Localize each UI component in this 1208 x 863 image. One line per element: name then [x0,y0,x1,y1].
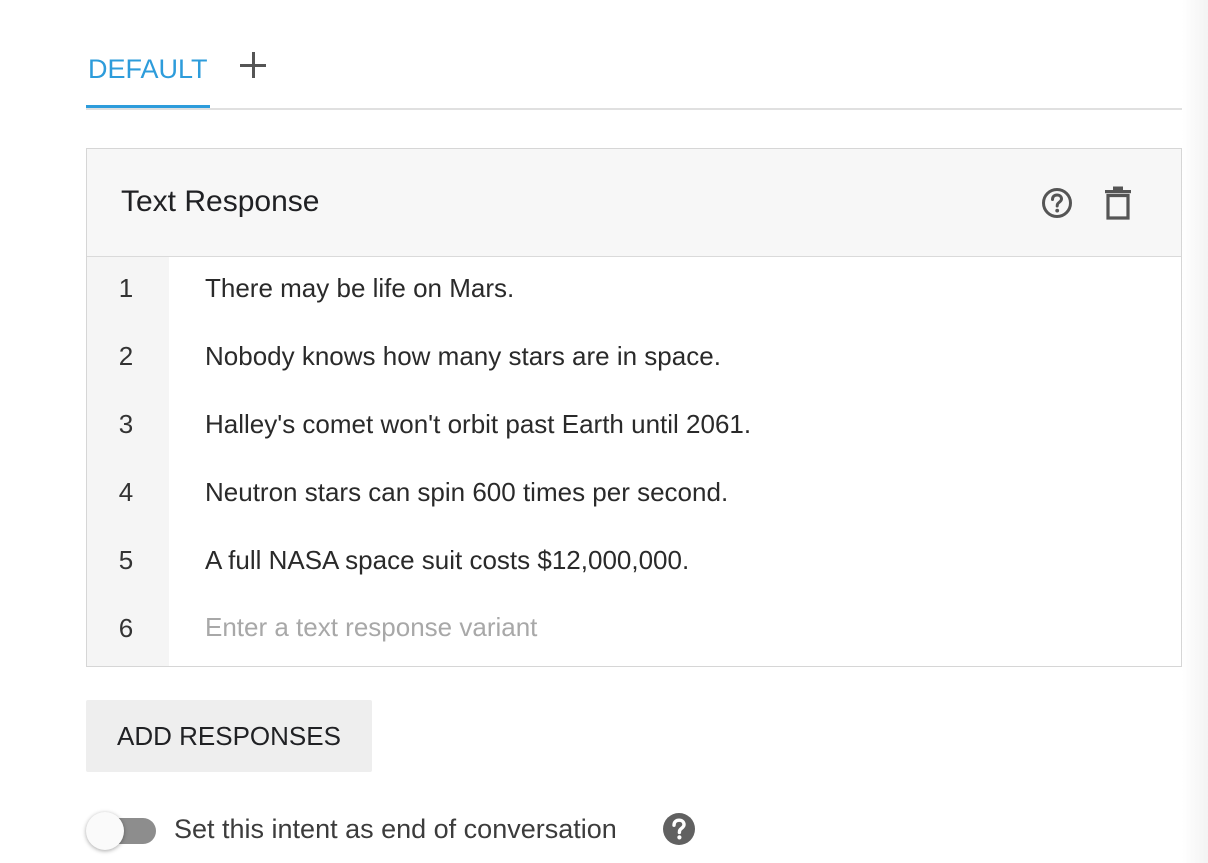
row-number: 3 [118,409,134,439]
new-response-row[interactable]: 6 [87,597,1181,665]
row-number: 5 [118,545,134,575]
response-text[interactable]: Neutron stars can spin 600 times per sec… [205,477,728,508]
response-row[interactable]: 1 There may be life on Mars. [87,257,1181,325]
response-text[interactable]: Halley's comet won't orbit past Earth un… [205,409,751,440]
response-rows: 1 There may be life on Mars. 2 Nobody kn… [87,257,1181,666]
response-row[interactable]: 2 Nobody knows how many stars are in spa… [87,325,1181,393]
row-number: 4 [118,477,134,507]
response-row[interactable]: 4 Neutron stars can spin 600 times per s… [87,461,1181,529]
plus-icon[interactable] [236,48,270,82]
row-number: 1 [118,273,134,303]
response-row[interactable]: 3 Halley's comet won't orbit past Earth … [87,393,1181,461]
row-number: 6 [118,613,134,643]
response-text[interactable]: There may be life on Mars. [205,273,514,304]
response-text[interactable]: A full NASA space suit costs $12,000,000… [205,545,689,576]
help-circle-icon[interactable] [1041,187,1073,219]
card-header: Text Response [87,149,1181,257]
add-responses-button[interactable]: ADD RESPONSES [86,700,372,772]
help-filled-icon[interactable] [662,812,696,846]
end-conversation-label: Set this intent as end of conversation [174,814,617,844]
response-row[interactable]: 5 A full NASA space suit costs $12,000,0… [87,529,1181,597]
text-response-card: Text Response 1 There may be life on Mar… [86,148,1182,667]
card-title: Text Response [121,185,320,218]
trash-icon[interactable] [1103,185,1133,221]
toggle-knob [86,812,124,850]
response-tabs: DEFAULT [86,40,1182,110]
row-number: 2 [118,341,134,371]
response-text[interactable]: Nobody knows how many stars are in space… [205,341,721,372]
page: DEFAULT Text Response 1 There may be lif… [0,0,1208,863]
scrollbar-gutter [1182,0,1208,863]
end-conversation-toggle[interactable] [86,812,158,852]
tab-default[interactable]: DEFAULT [86,40,210,108]
new-response-input[interactable] [205,607,1105,647]
